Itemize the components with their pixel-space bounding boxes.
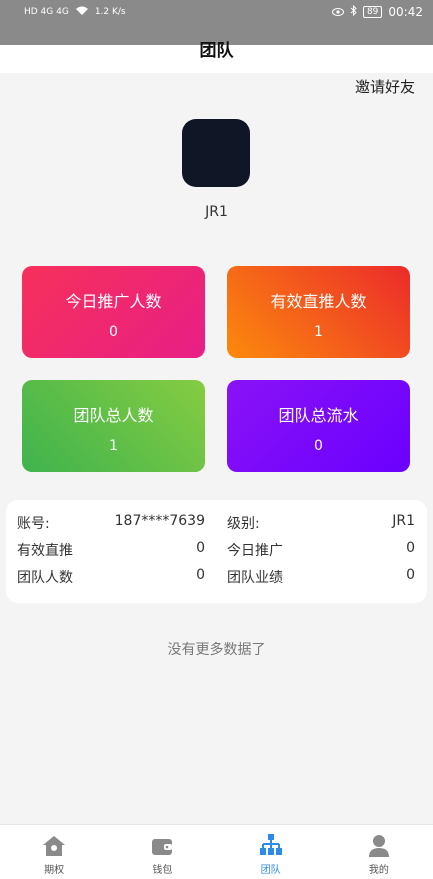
status-bar: HD 4G 4G 1.2 K/s 89 00:42 <box>0 0 433 24</box>
wifi-icon <box>75 6 89 19</box>
account-label: 账号: <box>17 516 50 532</box>
stat-label: 今日推广人数 <box>65 292 162 311</box>
bottom-tab-bar: 期权 钱包 团队 我的 <box>0 824 433 879</box>
bluetooth-icon <box>350 4 357 19</box>
direct-value: 0 <box>196 540 205 556</box>
direct-label: 有效直推 <box>17 543 73 559</box>
speed-indicator: 1.2 K/s <box>94 7 126 17</box>
team-count-value: 0 <box>196 567 205 583</box>
network-indicator: HD 4G 4G <box>24 7 69 17</box>
clock: 00:42 <box>388 5 423 19</box>
stat-value: 0 <box>109 324 118 340</box>
tab-label: 期权 <box>44 865 65 876</box>
team-icon <box>258 833 284 859</box>
today-value: 0 <box>406 540 415 556</box>
today-label: 今日推广 <box>227 543 283 559</box>
stat-label: 团队总人数 <box>73 406 154 425</box>
stat-card-team-total[interactable]: 团队总人数 1 <box>22 380 205 472</box>
level-value: JR1 <box>392 513 415 529</box>
stat-card-valid-direct[interactable]: 有效直推人数 1 <box>227 266 410 358</box>
invite-friends-button[interactable]: 邀请好友 <box>355 76 415 97</box>
account-info-panel: 账号: 187****7639 级别: JR1 有效直推 0 今日推广 0 团队… <box>6 500 427 603</box>
stat-value: 1 <box>314 324 323 340</box>
info-row: 账号: 187****7639 级别: JR1 <box>6 513 427 535</box>
battery-indicator: 89 <box>362 6 383 18</box>
eye-icon <box>331 5 344 19</box>
user-icon <box>366 833 392 859</box>
tab-wallet[interactable]: 钱包 <box>108 825 216 879</box>
level-label: 级别: <box>227 516 260 532</box>
tab-options[interactable]: 期权 <box>0 825 108 879</box>
team-perf-label: 团队业绩 <box>227 570 283 586</box>
tab-label: 团队 <box>260 865 281 876</box>
tab-label: 我的 <box>368 865 389 876</box>
account-value: 187****7639 <box>114 513 205 529</box>
stat-card-today-promotion[interactable]: 今日推广人数 0 <box>22 266 205 358</box>
tab-mine[interactable]: 我的 <box>325 825 433 879</box>
stat-card-team-flow[interactable]: 团队总流水 0 <box>227 380 410 472</box>
info-row: 团队人数 0 团队业绩 0 <box>6 567 427 589</box>
stat-value: 0 <box>314 438 323 454</box>
username: JR1 <box>205 204 228 220</box>
no-more-data-text: 没有更多数据了 <box>167 642 266 658</box>
info-row: 有效直推 0 今日推广 0 <box>6 540 427 562</box>
stat-label: 团队总流水 <box>278 406 359 425</box>
wallet-icon <box>149 833 175 859</box>
stat-value: 1 <box>109 438 118 454</box>
tab-label: 钱包 <box>152 865 173 876</box>
stat-label: 有效直推人数 <box>270 292 367 311</box>
team-count-label: 团队人数 <box>17 570 73 586</box>
avatar[interactable] <box>182 119 250 187</box>
home-icon <box>41 833 67 859</box>
tab-team[interactable]: 团队 <box>217 825 325 879</box>
team-perf-value: 0 <box>406 567 415 583</box>
page-title: 团队 <box>199 41 234 61</box>
